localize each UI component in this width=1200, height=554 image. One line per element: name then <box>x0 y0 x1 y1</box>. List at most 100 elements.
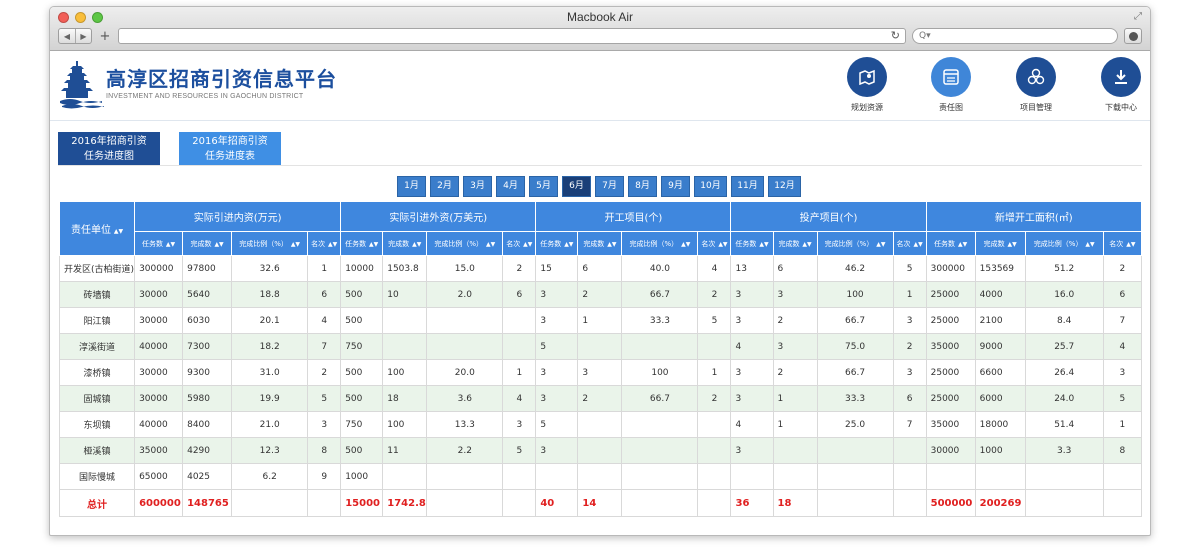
month-button-1[interactable]: 1月 <box>397 176 426 197</box>
total-cell <box>816 489 894 517</box>
sort-icon[interactable]: ▲▼ <box>326 241 337 248</box>
column-header[interactable]: 任务数 ▲▼ <box>535 231 579 256</box>
sort-icon[interactable]: ▲▼ <box>800 241 811 248</box>
total-cell <box>307 489 342 517</box>
table-cell: 6030 <box>182 307 233 334</box>
sort-icon[interactable]: ▲▼ <box>410 241 421 248</box>
column-header[interactable]: 完成数 ▲▼ <box>772 231 818 256</box>
column-header[interactable]: 完成数 ▲▼ <box>382 231 428 256</box>
table-cell: 35000 <box>134 437 184 464</box>
sort-icon[interactable]: ▲▼ <box>1006 241 1017 248</box>
table-row: 固城镇 30000 5980 19.9 5 500 18 3.6 4 3 2 66.7 2 3 1 33.3 6… <box>58 385 1143 412</box>
nav-planning-resources[interactable]: 规划资源 <box>837 57 897 113</box>
nav-project-management[interactable]: 项目管理 <box>1006 57 1066 113</box>
forward-icon[interactable]: ▶ <box>75 29 91 43</box>
sort-icon[interactable]: ▲▼ <box>956 241 967 248</box>
sort-icon[interactable]: ▲▼ <box>562 241 573 248</box>
table-cell: 32.6 <box>231 255 309 282</box>
month-button-12[interactable]: 12月 <box>768 176 801 197</box>
sort-icon[interactable]: ▲▼ <box>874 241 885 248</box>
column-header[interactable]: 完成比例（%） ▲▼ <box>231 231 309 256</box>
fullscreen-icon[interactable]: ⤢ <box>1134 11 1142 22</box>
column-header[interactable]: 名次 ▲▼ <box>307 231 342 256</box>
tab-progress-table[interactable]: 2016年招商引资 任务进度表 <box>179 132 281 165</box>
back-icon[interactable]: ◀ <box>59 29 75 43</box>
address-bar[interactable]: ↻ <box>118 28 906 44</box>
table-cell: 18 <box>382 385 428 412</box>
sort-icon[interactable]: ▲▼ <box>484 241 495 248</box>
column-header[interactable]: 完成比例（%） ▲▼ <box>1024 231 1104 256</box>
new-tab-icon[interactable]: + <box>98 28 112 44</box>
column-header[interactable]: 完成比例（%） ▲▼ <box>621 231 699 256</box>
column-header[interactable]: 完成数 ▲▼ <box>182 231 233 256</box>
column-header-unit[interactable]: 责任单位 ▲▼ <box>58 201 136 256</box>
sort-icon[interactable]: ▲▼ <box>112 228 123 235</box>
month-button-10[interactable]: 10月 <box>694 176 727 197</box>
hexagon-icon <box>1016 57 1056 97</box>
sort-icon[interactable]: ▲▼ <box>289 241 300 248</box>
table-row: 阳江镇 30000 6030 20.1 4 500 3 1 33.3 5 3 2 66.7 3 25000 2… <box>58 307 1143 334</box>
group-header: 新增开工面积(㎡) <box>925 201 1143 232</box>
month-button-11[interactable]: 11月 <box>731 176 764 197</box>
sort-icon[interactable]: ▲▼ <box>716 241 727 248</box>
nav-responsibility-map[interactable]: 责任图 <box>921 57 981 113</box>
table-cell: 8 <box>1102 437 1143 464</box>
sort-icon[interactable]: ▲▼ <box>757 241 768 248</box>
sort-icon[interactable]: ▲▼ <box>605 241 616 248</box>
table-cell: 20.0 <box>426 359 504 386</box>
table-cell <box>577 437 623 464</box>
table-cell: 2 <box>772 307 818 334</box>
month-button-5[interactable]: 5月 <box>529 176 558 197</box>
column-header[interactable]: 名次 ▲▼ <box>502 231 537 256</box>
table-cell: 6 <box>772 255 818 282</box>
column-header[interactable]: 名次 ▲▼ <box>1102 231 1143 256</box>
column-header[interactable]: 任务数 ▲▼ <box>925 231 976 256</box>
reload-icon[interactable]: ↻ <box>891 29 900 42</box>
table-cell <box>426 307 504 334</box>
month-button-9[interactable]: 9月 <box>661 176 690 197</box>
tab-progress-chart[interactable]: 2016年招商引资 任务进度图 <box>58 132 160 165</box>
sort-icon[interactable]: ▲▼ <box>1083 241 1094 248</box>
month-button-7[interactable]: 7月 <box>595 176 624 197</box>
sort-icon[interactable]: ▲▼ <box>1124 241 1135 248</box>
column-header[interactable]: 任务数 ▲▼ <box>134 231 184 256</box>
month-button-4[interactable]: 4月 <box>496 176 525 197</box>
month-button-2[interactable]: 2月 <box>430 176 459 197</box>
column-header[interactable]: 任务数 ▲▼ <box>340 231 384 256</box>
column-header[interactable]: 完成数 ▲▼ <box>974 231 1026 256</box>
table-cell: 6.2 <box>231 463 309 490</box>
table-cell: 6000 <box>974 385 1026 412</box>
month-button-6[interactable]: 6月 <box>562 176 591 197</box>
column-header[interactable]: 名次 ▲▼ <box>892 231 927 256</box>
column-header[interactable]: 完成数 ▲▼ <box>577 231 623 256</box>
sort-icon[interactable]: ▲▼ <box>912 241 922 248</box>
table-cell: 4 <box>307 307 342 334</box>
column-header[interactable]: 完成比例（%） ▲▼ <box>816 231 894 256</box>
sort-icon[interactable]: ▲▼ <box>521 241 532 248</box>
column-header[interactable]: 完成比例（%） ▲▼ <box>426 231 504 256</box>
sort-icon[interactable]: ▲▼ <box>367 241 378 248</box>
month-button-3[interactable]: 3月 <box>463 176 492 197</box>
month-button-8[interactable]: 8月 <box>628 176 657 197</box>
table-cell: 153569 <box>974 255 1026 282</box>
table-cell: 8400 <box>182 411 233 438</box>
sort-icon[interactable]: ▲▼ <box>679 241 690 248</box>
table-cell: 2 <box>307 359 342 386</box>
sort-icon[interactable]: ▲▼ <box>164 241 175 248</box>
table-cell: 66.7 <box>621 281 699 308</box>
nav-download-center[interactable]: 下载中心 <box>1091 57 1150 113</box>
table-cell: 3 <box>892 307 927 334</box>
sort-icon[interactable]: ▲▼ <box>213 241 223 248</box>
table-cell <box>772 437 818 464</box>
table-cell: 30000 <box>925 437 976 464</box>
downloads-icon[interactable] <box>1124 28 1142 44</box>
table-cell: 1 <box>892 281 927 308</box>
total-cell: 40 <box>535 489 579 517</box>
map-icon <box>847 57 887 97</box>
table-cell: 500 <box>340 385 384 412</box>
unit-name-cell: 固城镇 <box>58 385 136 412</box>
table-cell: 5980 <box>182 385 233 412</box>
column-header[interactable]: 名次 ▲▼ <box>697 231 732 256</box>
column-header[interactable]: 任务数 ▲▼ <box>730 231 774 256</box>
search-field[interactable]: Q▾ <box>912 28 1118 44</box>
